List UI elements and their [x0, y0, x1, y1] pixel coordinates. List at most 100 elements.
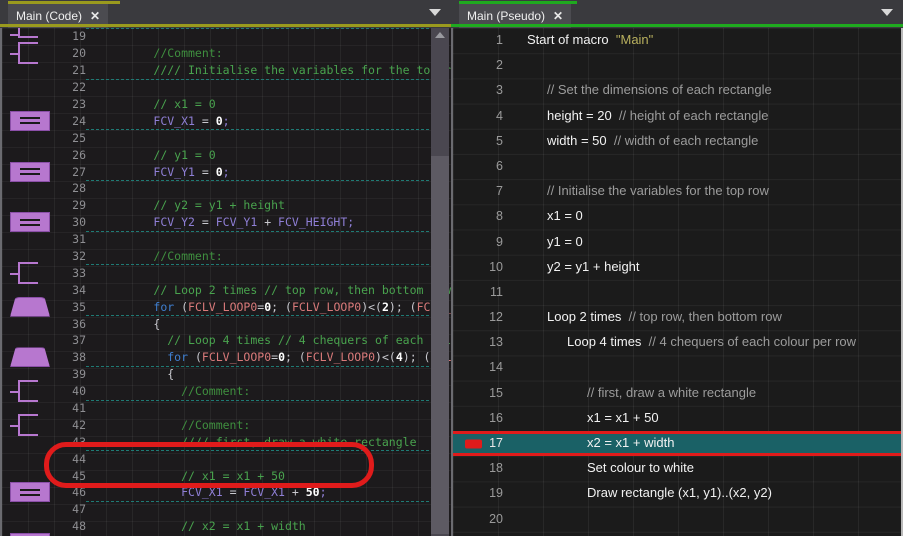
calculation-block-icon[interactable] — [10, 161, 50, 182]
pseudo-token: // 4 chequers of each colour per row — [648, 334, 857, 350]
gutter-icon-slot[interactable] — [10, 413, 56, 436]
pseudo-line-text: height = 20 // height of each rectangle — [527, 108, 895, 123]
loop-block-icon[interactable] — [10, 347, 50, 368]
code-line-text: // y2 = y1 + height — [98, 198, 451, 212]
code-line-row[interactable]: 25 — [2, 129, 451, 146]
code-vertical-scrollbar[interactable] — [431, 28, 449, 536]
code-line-text: FCV_X1 = 0; — [98, 114, 451, 128]
pseudo-line-number: 16 — [489, 410, 503, 425]
gutter-icon-slot[interactable] — [10, 347, 56, 368]
pseudo-line-text: y2 = y1 + height — [527, 259, 895, 274]
pseudo-line-row[interactable]: 3 // Set the dimensions of each rectangle — [453, 78, 901, 103]
calculation-block-icon[interactable] — [10, 212, 50, 233]
code-line-row[interactable]: 20 //Comment: — [2, 42, 451, 65]
code-line-text: { — [98, 367, 451, 381]
calculation-block-icon[interactable] — [10, 110, 50, 131]
code-token: + — [257, 215, 279, 230]
gutter-icon-slot[interactable] — [10, 110, 56, 131]
pseudo-line-row[interactable]: 20 — [453, 507, 901, 532]
close-icon[interactable]: ✕ — [90, 10, 100, 22]
pseudo-line-text: width = 50 // width of each rectangle — [527, 133, 895, 148]
gutter-icon-slot[interactable] — [10, 212, 56, 233]
pseudo-line-row[interactable]: 6 — [453, 154, 901, 179]
code-line-row[interactable]: 19 — [2, 28, 451, 45]
code-line-row[interactable]: 42 //Comment: — [2, 413, 451, 436]
gutter-icon-slot[interactable] — [10, 380, 56, 403]
pseudo-line-row[interactable]: 8 x1 = 0 — [453, 204, 901, 229]
code-line-row[interactable]: 29 // y2 = y1 + height — [2, 197, 451, 214]
pseudo-line-row[interactable]: 15 // first, draw a white rectangle — [453, 381, 901, 406]
scrollbar-thumb[interactable] — [431, 156, 449, 534]
code-line-row[interactable]: 36 { — [2, 315, 451, 332]
gutter-icon-slot[interactable] — [10, 161, 56, 182]
pseudo-line-row[interactable]: 12 Loop 2 times // top row, then bottom r… — [453, 305, 901, 330]
chevron-down-icon[interactable] — [429, 9, 441, 16]
pseudo-line-row[interactable]: 9 y1 = 0 — [453, 230, 901, 255]
loop-block-icon[interactable] — [10, 296, 50, 317]
pseudo-current-line-row[interactable]: 17 x2 = x1 + width — [453, 431, 901, 457]
chevron-down-icon[interactable] — [881, 9, 893, 16]
pseudo-line-row[interactable]: 14 — [453, 355, 901, 380]
code-line-row[interactable]: 31 — [2, 230, 451, 248]
code-line-row[interactable]: 41 — [2, 399, 451, 417]
code-token: // x1 = x1 + 50 — [181, 468, 285, 483]
code-line-row[interactable]: 34 // Loop 2 times // top row, then bott… — [2, 281, 451, 298]
pseudo-line-row[interactable]: 7 // Initialise the variables for the top… — [453, 179, 901, 204]
code-line-row[interactable]: 30 FCV_Y2 = FCV_Y1 + FCV_HEIGHT; — [2, 212, 451, 233]
code-token: 0 — [215, 164, 223, 179]
code-line-number: 39 — [72, 367, 86, 382]
code-line-row[interactable]: 23 // x1 = 0 — [2, 96, 451, 113]
gutter-icon-slot[interactable] — [10, 296, 56, 317]
code-line-row[interactable]: 21 //// Initialise the variables for the… — [2, 62, 451, 79]
code-line-row[interactable]: 37 // Loop 4 times // 4 chequers of each… — [2, 332, 451, 349]
code-line-row[interactable]: 24 FCV_X1 = 0; — [2, 110, 451, 131]
pseudo-line-number: 9 — [496, 234, 503, 249]
code-line-row[interactable]: 47 — [2, 500, 451, 518]
code-line-row[interactable]: 26 // y1 = 0 — [2, 146, 451, 163]
pseudo-line-row[interactable]: 10 y2 = y1 + height — [453, 255, 901, 280]
code-line-row[interactable]: 44 — [2, 450, 451, 467]
gutter-icon-slot[interactable] — [10, 482, 56, 503]
pseudo-line-row[interactable]: 21// next, draw a black rectangle — [453, 532, 901, 536]
code-line-row[interactable]: 40 //Comment: — [2, 380, 451, 403]
code-line-row[interactable]: 45 // x1 = x1 + 50 — [2, 467, 451, 484]
code-line-row[interactable]: 22 — [2, 78, 451, 96]
code-line-row[interactable]: 38 for (FCLV_LOOP0=0; (FCLV_LOOP0)<(4); … — [2, 347, 451, 368]
pseudo-line-row[interactable]: 19 Draw rectangle (x1, y1)..(x2, y2) — [453, 481, 901, 506]
pseudo-line-row[interactable]: 16 x1 = x1 + 50 — [453, 406, 901, 431]
pseudo-line-row[interactable]: 18 Set colour to white — [453, 456, 901, 481]
pseudo-line-row[interactable]: 11 — [453, 280, 901, 305]
close-icon[interactable]: ✕ — [553, 10, 563, 22]
code-editor[interactable]: 19 20 //Comment: 21 //// Initialise the va… — [0, 28, 451, 536]
gutter-icon-slot[interactable] — [10, 261, 56, 284]
code-line-row[interactable]: 28 — [2, 180, 451, 197]
code-line-row[interactable]: 33 — [2, 261, 451, 284]
code-token: // Loop 2 times // top row, then bottom … — [153, 282, 451, 297]
code-line-row[interactable]: 35 for (FCLV_LOOP0=0; (FCLV_LOOP0)<(2); … — [2, 296, 451, 317]
pseudo-line-row[interactable]: 4 height = 20 // height of each rectangle — [453, 104, 901, 129]
code-token: ; ( — [285, 350, 306, 365]
code-line-row[interactable]: 46 FCV_X1 = FCV_X1 + 50; — [2, 482, 451, 503]
code-line-number: 38 — [72, 350, 86, 365]
code-line-row[interactable]: 39 { — [2, 365, 451, 383]
pseudo-line-row[interactable]: 13 Loop 4 times // 4 chequers of each col… — [453, 330, 901, 355]
code-line-separator — [86, 78, 429, 80]
pseudo-editor[interactable]: 1 Start of macro "Main" 2 3 // Set the dimen… — [451, 28, 903, 536]
gutter-icon-slot[interactable] — [10, 42, 56, 65]
pseudo-line-row[interactable]: 2 — [453, 53, 901, 78]
code-line-row[interactable]: 48 // x2 = x1 + width — [2, 518, 451, 535]
pseudo-line-number: 3 — [496, 83, 503, 98]
code-token: FCLV_LOOP0 — [188, 299, 258, 314]
code-line-row[interactable]: 32 //Comment: — [2, 248, 451, 265]
code-token: = — [194, 164, 216, 179]
pseudo-line-row[interactable]: 5 width = 50 // width of each rectangle — [453, 129, 901, 154]
code-line-row[interactable]: 27 FCV_Y1 = 0; — [2, 161, 451, 182]
calculation-block-icon[interactable] — [10, 482, 50, 503]
code-line-row[interactable]: 43 //// first, draw a white rectangle — [2, 433, 451, 450]
scroll-up-icon[interactable] — [435, 32, 445, 38]
pseudo-line-row[interactable]: 1 Start of macro "Main" — [453, 28, 901, 53]
